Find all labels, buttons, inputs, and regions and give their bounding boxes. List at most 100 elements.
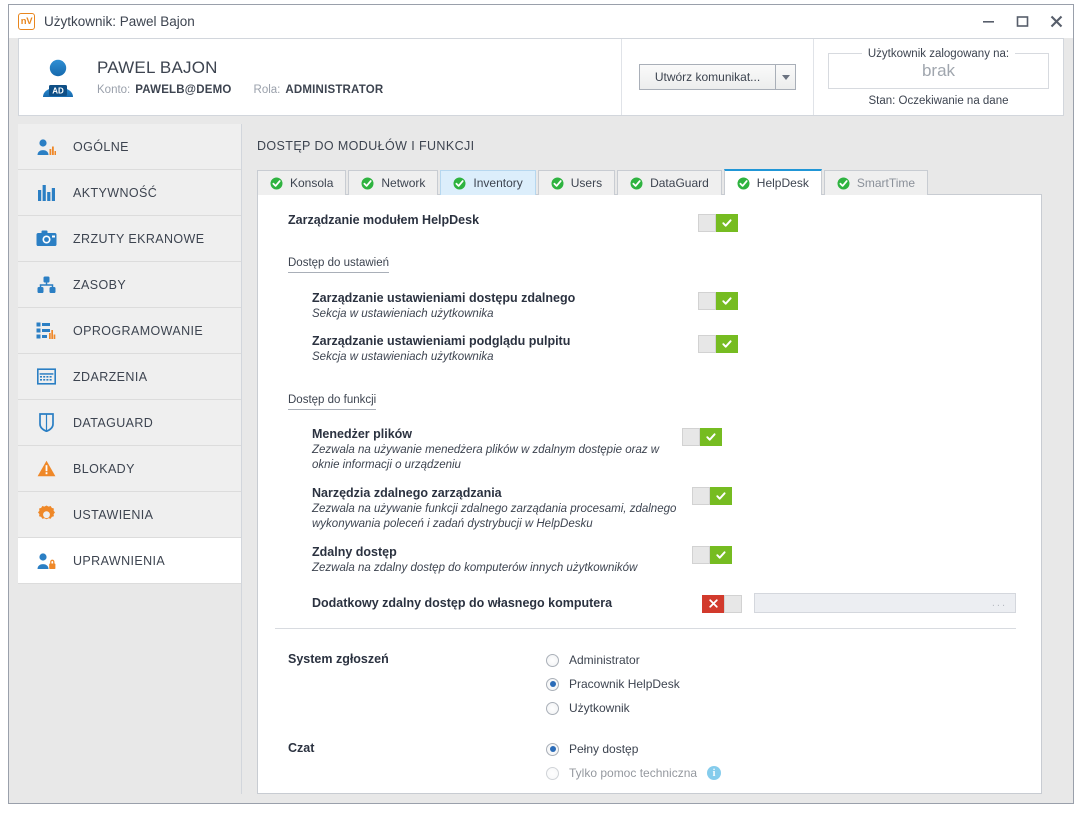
- tab-label: Users: [570, 176, 603, 190]
- toggle-track: [692, 487, 710, 505]
- tab-label: Inventory: [473, 176, 523, 190]
- module-tabs: Konsola Network Inventory Users DataGuar…: [257, 168, 1042, 195]
- page-title: DOSTĘP DO MODUŁÓW I FUNKCJI: [257, 139, 475, 153]
- sidebar-item-uprawnienia[interactable]: UPRAWNIENIA: [18, 538, 241, 584]
- toggle-remote-mgmt-tools[interactable]: [692, 487, 732, 505]
- radio-option-uzytkownik[interactable]: Użytkownik: [546, 696, 680, 720]
- radio-icon-selected: [546, 742, 559, 756]
- toggle-knob-on: [716, 214, 738, 232]
- info-icon[interactable]: i: [707, 766, 722, 780]
- create-message-split-button[interactable]: Utwórz komunikat...: [638, 64, 797, 90]
- create-message-dropdown-button[interactable]: [775, 64, 797, 90]
- sidebar-item-oprogramowanie[interactable]: OPROGRAMOWANIE: [18, 308, 241, 354]
- toggle-remote-access[interactable]: [692, 546, 732, 564]
- window-title: Użytkownik: Pawel Bajon: [44, 14, 195, 29]
- option-description: Sekcja w ustawieniach użytkownika: [312, 351, 494, 363]
- user-name: PAWEL BAJON: [97, 58, 218, 77]
- tab-inventory[interactable]: Inventory: [440, 170, 536, 195]
- user-header: AD PAWEL BAJON Konto: PAWELB@DEMO Rola: …: [18, 38, 1064, 116]
- option-labels: Dodatkowy zdalny dostęp do własnego komp…: [312, 596, 702, 610]
- sidebar-item-label: ZRZUTY EKRANOWE: [73, 231, 205, 246]
- check-circle-icon: [737, 177, 750, 190]
- radio-option-administrator[interactable]: Administrator: [546, 648, 680, 672]
- maximize-icon[interactable]: [1005, 5, 1039, 38]
- sidebar-item-zdarzenia[interactable]: ZDARZENIA: [18, 354, 241, 400]
- shield-icon: [33, 412, 59, 434]
- toggle-knob-on: [710, 487, 732, 505]
- toggle-track: [698, 335, 716, 353]
- radio-label: Użytkownik: [569, 701, 630, 715]
- option-description: Sekcja w ustawieniach użytkownika: [312, 308, 494, 320]
- account-label: Konto:: [97, 84, 131, 96]
- toggle-remote-access-settings[interactable]: [698, 292, 738, 310]
- tab-label: DataGuard: [650, 176, 709, 190]
- radio-icon: [546, 701, 559, 715]
- tab-network[interactable]: Network: [348, 170, 439, 195]
- toggle-track: [692, 546, 710, 564]
- sidebar-item-ustawienia[interactable]: USTAWIENIA: [18, 492, 241, 538]
- section-functions-header: Dostęp do funkcji: [275, 390, 1016, 410]
- sidebar-item-label: BLOKADY: [73, 461, 135, 476]
- create-message-button[interactable]: Utwórz komunikat...: [638, 64, 776, 90]
- check-circle-icon: [630, 177, 643, 190]
- logged-fieldset: Użytkownik zalogowany na: brak: [828, 47, 1049, 89]
- section-title: Dostęp do ustawień: [288, 257, 390, 273]
- calendar-icon: [33, 366, 59, 388]
- logged-value: brak: [921, 60, 956, 80]
- toggle-knob-on: [710, 546, 732, 564]
- radio-label: Pracownik HelpDesk: [569, 677, 680, 691]
- toggle-extra-own-computer[interactable]: [702, 594, 742, 613]
- user-meta: Konto: PAWELB@DEMO Rola: ADMINISTRATOR: [97, 84, 621, 96]
- sidebar-item-dataguard[interactable]: DATAGUARD: [18, 400, 241, 446]
- logged-legend: Użytkownik zalogowany na:: [867, 47, 1010, 60]
- radio-option-pracownik-helpdesk[interactable]: Pracownik HelpDesk: [546, 672, 680, 696]
- option-labels: Narzędzia zdalnego zarządzania Zezwala n…: [312, 486, 692, 532]
- toggle-file-manager[interactable]: [682, 428, 722, 446]
- toggle-knob-on: [716, 292, 738, 310]
- radio-option-tylko-pomoc-techniczna[interactable]: Tylko pomoc techniczna i: [546, 761, 722, 785]
- sidebar-item-label: DATAGUARD: [73, 415, 154, 430]
- sidebar-item-label: UPRAWNIENIA: [73, 553, 166, 568]
- close-icon[interactable]: [1039, 5, 1073, 38]
- gear-icon: [33, 504, 59, 526]
- extra-access-input[interactable]: ...: [754, 593, 1016, 613]
- option-row-desktop-preview-settings: Zarządzanie ustawieniami podglądu pulpit…: [275, 334, 1016, 365]
- sidebar-item-aktywnosc[interactable]: AKTYWNOŚĆ: [18, 170, 241, 216]
- role-label: Rola:: [253, 84, 281, 96]
- option-title: Zarządzanie ustawieniami dostępu zdalneg…: [312, 291, 576, 305]
- radio-icon: [546, 653, 559, 667]
- tab-konsola[interactable]: Konsola: [257, 170, 347, 195]
- option-description: Zezwala na zdalny dostęp do komputerów i…: [312, 562, 638, 574]
- tab-helpdesk[interactable]: HelpDesk: [723, 169, 822, 195]
- radio-group-label: System zgłoszeń: [288, 652, 389, 666]
- tab-smarttime[interactable]: SmartTime: [823, 170, 929, 195]
- tab-users[interactable]: Users: [537, 170, 616, 195]
- sidebar-item-ogolne[interactable]: OGÓLNE: [18, 124, 241, 170]
- radio-options: Pełny dostęp Tylko pomoc techniczna i: [546, 737, 722, 785]
- radio-option-pelny-dostep[interactable]: Pełny dostęp: [546, 737, 721, 761]
- toggle-manage-helpdesk[interactable]: [698, 214, 738, 232]
- sitemap-icon: [33, 274, 59, 296]
- radio-group-system-zgloszen: System zgłoszeń Administrator Pracownik …: [275, 648, 1016, 720]
- option-labels: Zdalny dostęp Zezwala na zdalny dostęp d…: [312, 545, 692, 576]
- toggle-knob-on: [700, 428, 722, 446]
- sidebar-item-zasoby[interactable]: ZASOBY: [18, 262, 241, 308]
- minimize-icon[interactable]: [971, 5, 1005, 38]
- tab-label: HelpDesk: [756, 176, 809, 190]
- section-title: Dostęp do funkcji: [288, 394, 377, 410]
- option-title: Zarządzanie ustawieniami podglądu pulpit…: [312, 334, 571, 348]
- check-circle-icon: [361, 177, 374, 190]
- sidebar-item-label: AKTYWNOŚĆ: [73, 185, 158, 200]
- toggle-desktop-preview-settings[interactable]: [698, 335, 738, 353]
- sidebar-item-blokady[interactable]: BLOKADY: [18, 446, 241, 492]
- option-row-remote-settings: Zarządzanie ustawieniami dostępu zdalneg…: [275, 291, 1016, 322]
- tab-dataguard[interactable]: DataGuard: [617, 170, 722, 195]
- section-settings-header: Dostęp do ustawień: [275, 253, 1016, 273]
- content-area: DOSTĘP DO MODUŁÓW I FUNKCJI Konsola Netw…: [242, 124, 1064, 794]
- option-row-file-manager: Menedżer plików Zezwala na używanie mene…: [275, 427, 1016, 473]
- title-bar: nV Użytkownik: Pawel Bajon: [9, 5, 1073, 38]
- bar-chart-icon: [33, 182, 59, 204]
- account-value: PAWELB@DEMO: [135, 84, 232, 96]
- user-info: PAWEL BAJON Konto: PAWELB@DEMO Rola: ADM…: [97, 39, 621, 115]
- sidebar-item-zrzuty-ekranowe[interactable]: ZRZUTY EKRANOWE: [18, 216, 241, 262]
